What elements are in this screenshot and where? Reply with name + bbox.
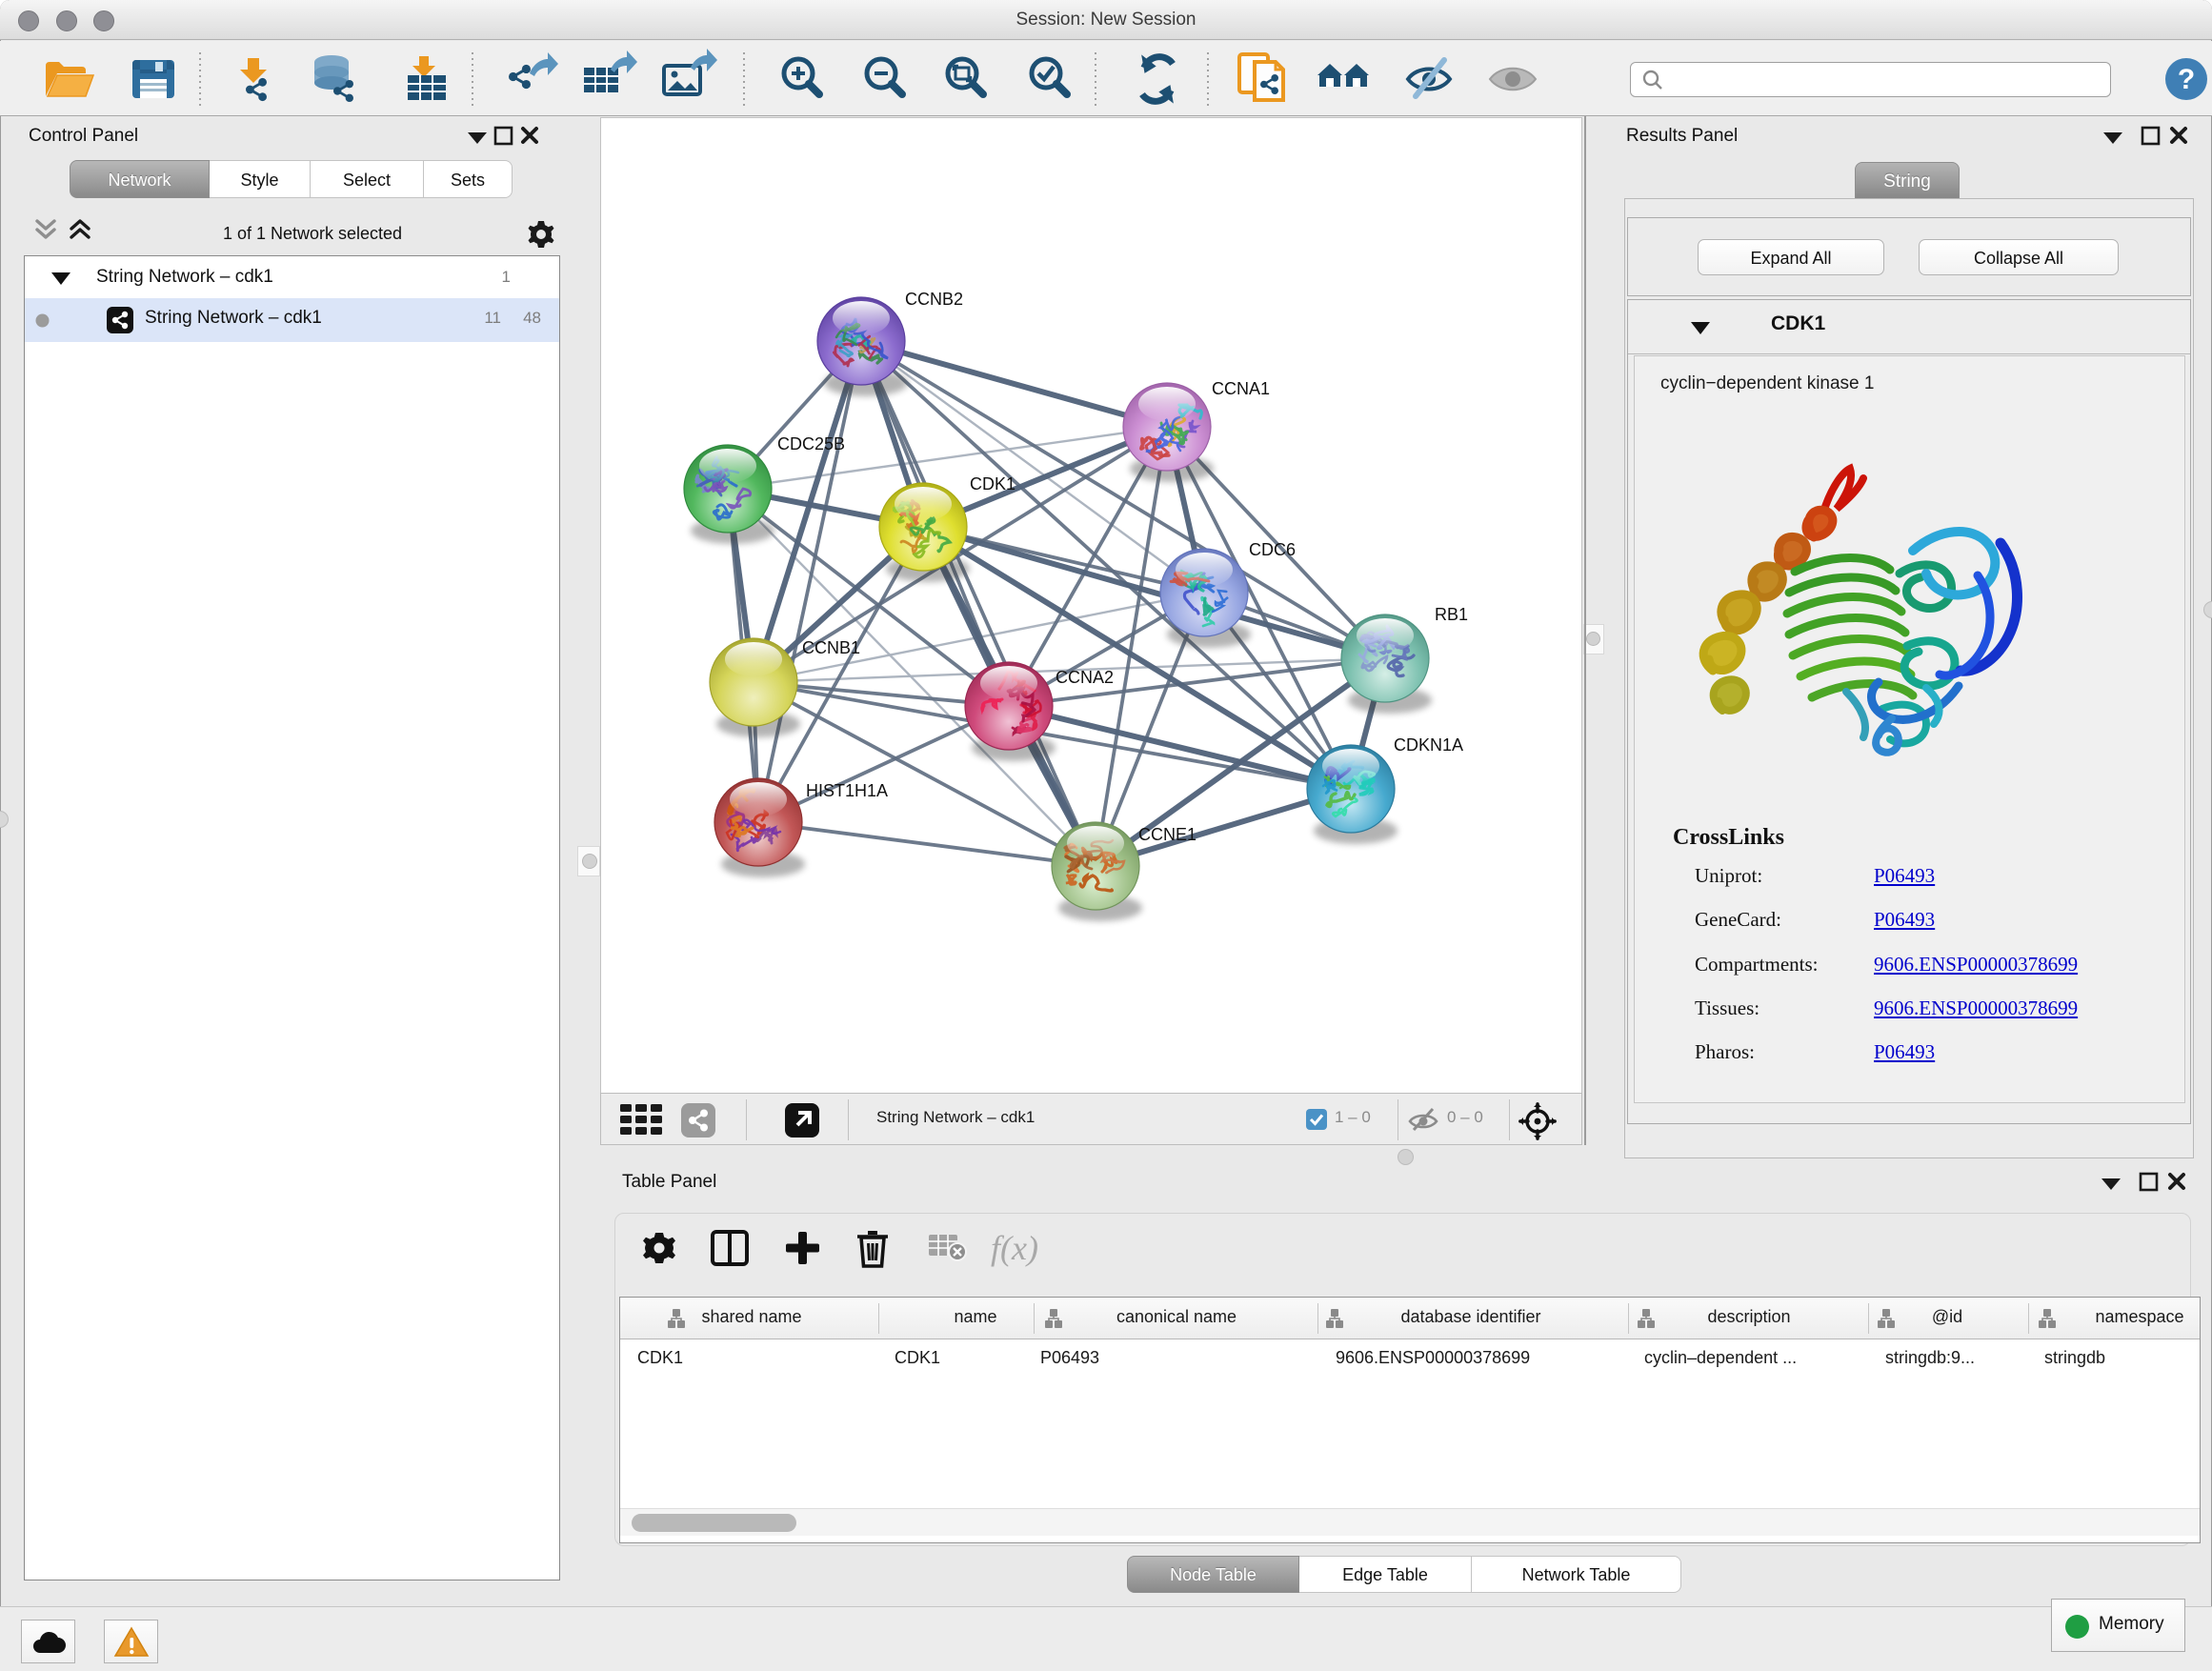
svg-text:CCNB2: CCNB2 xyxy=(905,290,963,309)
svg-text:CDK1: CDK1 xyxy=(970,474,1016,493)
svg-text:HIST1H1A: HIST1H1A xyxy=(806,781,888,800)
svg-text:CDKN1A: CDKN1A xyxy=(1394,735,1463,755)
svg-text:CCNE1: CCNE1 xyxy=(1138,825,1196,844)
svg-text:CCNA1: CCNA1 xyxy=(1212,379,1270,398)
svg-text:RB1: RB1 xyxy=(1435,605,1468,624)
svg-text:CCNB1: CCNB1 xyxy=(802,638,860,657)
svg-text:CDC25B: CDC25B xyxy=(777,434,845,453)
svg-text:f(x): f(x) xyxy=(991,1229,1038,1267)
svg-text:?: ? xyxy=(2178,64,2195,95)
svg-text:CCNA2: CCNA2 xyxy=(1056,668,1114,687)
svg-text:CDC6: CDC6 xyxy=(1249,540,1296,559)
